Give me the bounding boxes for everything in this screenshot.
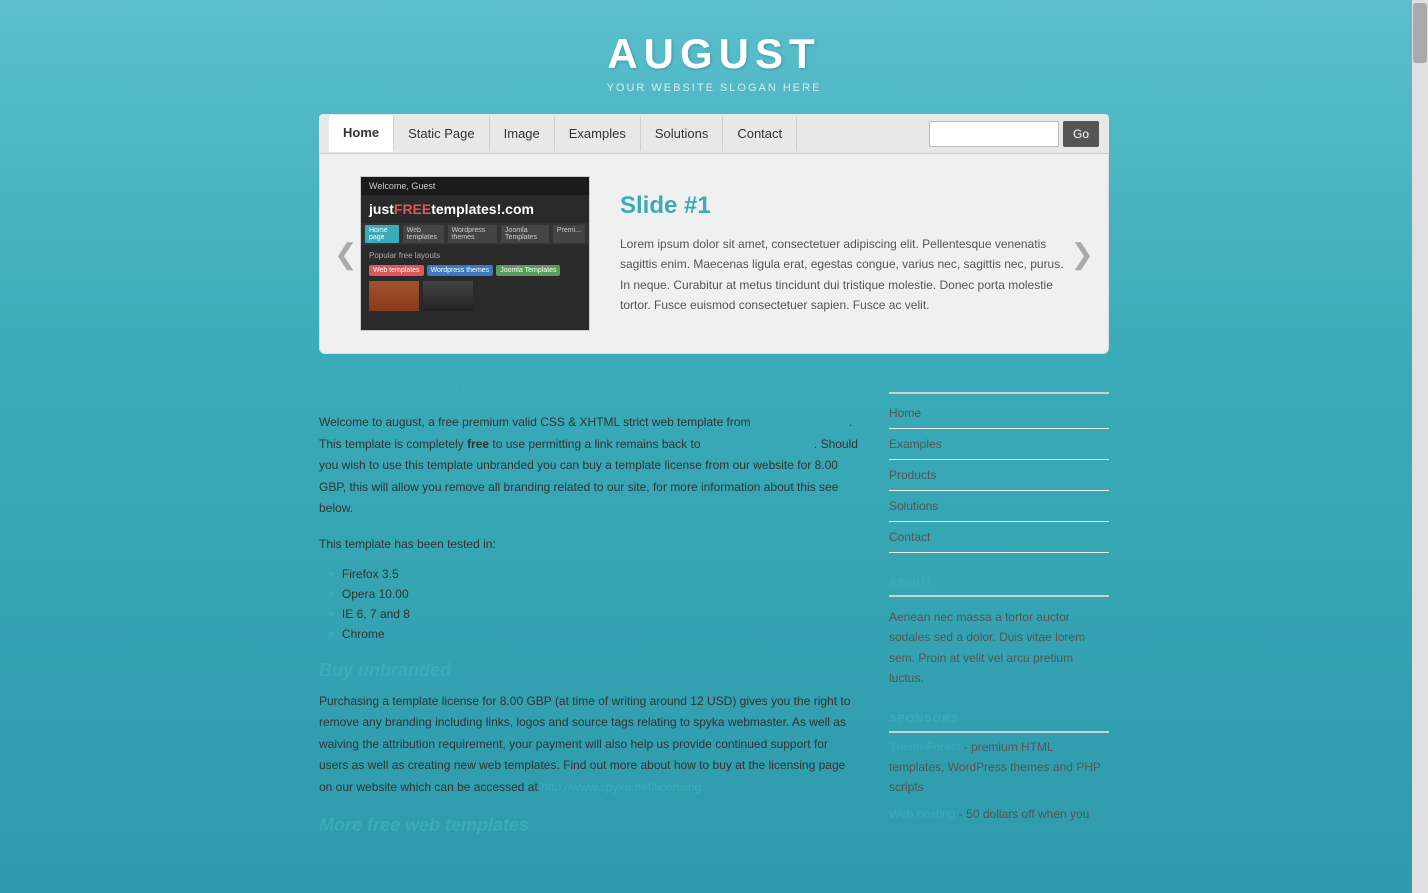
sidebar-about: ABOUT Aenean nec massa a tortor auctor s… [889, 577, 1109, 689]
slide-mock-bars [369, 281, 581, 311]
slide-mock-nav-item: Home page [365, 225, 399, 243]
site-slogan: YOUR WEBSITE SLOGAN HERE [0, 82, 1428, 94]
browser-ie: IE 6, 7 and 8 [329, 604, 859, 624]
site-title: AUGUST [0, 30, 1428, 78]
sidebar-about-heading: ABOUT [889, 577, 1109, 597]
sidebar-about-text: Aenean nec massa a tortor auctor sodales… [889, 601, 1109, 689]
sidebar-nav-home[interactable]: Home [889, 398, 1109, 429]
slider-next-button[interactable]: ❯ [1061, 237, 1104, 270]
buy-title: Buy unbranded [319, 660, 859, 681]
intro-paragraph-1: Welcome to august, a free premium valid … [319, 412, 859, 520]
slide-mock-heading: Popular free layouts [369, 251, 581, 260]
sponsor1-link[interactable]: ThemeForest [889, 740, 960, 754]
scrollbar-thumb[interactable] [1413, 3, 1427, 63]
slide-mock-header: Welcome, Guest [361, 177, 589, 195]
intro-title: Introduction to august [319, 374, 859, 400]
search-input[interactable] [929, 121, 1059, 147]
browser-firefox: Firefox 3.5 [329, 564, 859, 584]
nav-link-solutions[interactable]: Solutions [641, 116, 723, 151]
browser-opera: Opera 10.00 [329, 584, 859, 604]
slide-mock-body: Popular free layouts Web templates Wordp… [361, 245, 589, 330]
nav-link-home[interactable]: Home [329, 115, 394, 152]
browser-list: Firefox 3.5 Opera 10.00 IE 6, 7 and 8 Ch… [319, 564, 859, 644]
slide-mock-nav-item: Wordpress themes [448, 225, 497, 243]
slide-mock-bar1 [369, 281, 419, 311]
slide-image: Welcome, Guest justFREEtemplates!.com Ho… [360, 176, 590, 331]
main-wrap: Home Static Page Image Examples Solution… [319, 114, 1109, 878]
sidebar-navigate: NAVIGATE Home Examples Products Solution… [889, 374, 1109, 553]
sidebar-nav-solutions[interactable]: Solutions [889, 491, 1109, 522]
sponsor1: ThemeForest - premium HTML templates, Wo… [889, 737, 1109, 798]
slider-prev-button[interactable]: ❮ [324, 237, 367, 270]
sidebar-nav-contact[interactable]: Contact [889, 522, 1109, 553]
site-header: AUGUST YOUR WEBSITE SLOGAN HERE [0, 0, 1428, 114]
webmaster-link[interactable]: Webmaster [789, 415, 849, 429]
sidebar-navigate-heading: NAVIGATE [889, 374, 1109, 394]
slide-mock-tags: Web templates Wordpress themes Joomla Te… [369, 265, 581, 276]
slide-mock-nav-item: Premi... [553, 225, 585, 243]
licensing-link[interactable]: http://www.spyka.net/licensing [541, 780, 701, 794]
slide-mock-nav-item: Joomla Templates [501, 225, 549, 243]
slide-content: Slide #1 Lorem ipsum dolor sit amet, con… [620, 192, 1068, 316]
tested-intro: This template has been tested in: [319, 534, 859, 556]
nav-link-static-page[interactable]: Static Page [394, 116, 490, 151]
slide-mock-nav: Home page Web templates Wordpress themes… [361, 223, 589, 245]
nav-link-examples[interactable]: Examples [555, 116, 641, 151]
buy-text: Purchasing a template license for 8.00 G… [319, 691, 859, 799]
sponsor2: Web hosting - 50 dollars off when you [889, 804, 1109, 824]
more-title: More free web templates [319, 815, 859, 836]
slide-mock-tag-wp: Wordpress themes [427, 265, 494, 276]
spyka-link[interactable]: spyka [754, 415, 785, 429]
nav-bar: Home Static Page Image Examples Solution… [319, 114, 1109, 154]
slide-mock-tag-web: Web templates [369, 265, 424, 276]
slider: ❮ Welcome, Guest justFREEtemplates!.com … [319, 154, 1109, 354]
nav-link-image[interactable]: Image [490, 116, 555, 151]
sponsor2-desc: - 50 dollars off when you [956, 807, 1090, 821]
slide-mock-logo: justFREEtemplates!.com [361, 195, 589, 223]
content-area: Introduction to august Welcome to august… [319, 374, 1109, 878]
nav-link-contact[interactable]: Contact [723, 116, 797, 151]
scrollbar[interactable] [1412, 0, 1428, 893]
nav-links: Home Static Page Image Examples Solution… [329, 115, 797, 152]
browser-chrome: Chrome [329, 624, 859, 644]
slide-text: Lorem ipsum dolor sit amet, consectetuer… [620, 234, 1068, 316]
main-content: Introduction to august Welcome to august… [319, 374, 859, 848]
sponsor2-link[interactable]: Web hosting [889, 807, 956, 821]
slide-mock-bar2 [423, 281, 473, 311]
sidebar-sponsors-heading: SPONSORS [889, 713, 1109, 733]
slide-mock-tag-joomla: Joomla Templates [496, 265, 560, 276]
slide-mock-nav-item: Web templates [403, 225, 444, 243]
slide-title: Slide #1 [620, 192, 1068, 220]
search-button[interactable]: Go [1063, 121, 1099, 147]
search-area: Go [929, 121, 1099, 147]
sidebar-nav-products[interactable]: Products [889, 460, 1109, 491]
sidebar-nav-examples[interactable]: Examples [889, 429, 1109, 460]
sidebar-sponsors: SPONSORS ThemeForest - premium HTML temp… [889, 713, 1109, 825]
spyka-net-link[interactable]: http://www.spyka.net [704, 437, 814, 451]
sidebar: NAVIGATE Home Examples Products Solution… [889, 374, 1109, 848]
